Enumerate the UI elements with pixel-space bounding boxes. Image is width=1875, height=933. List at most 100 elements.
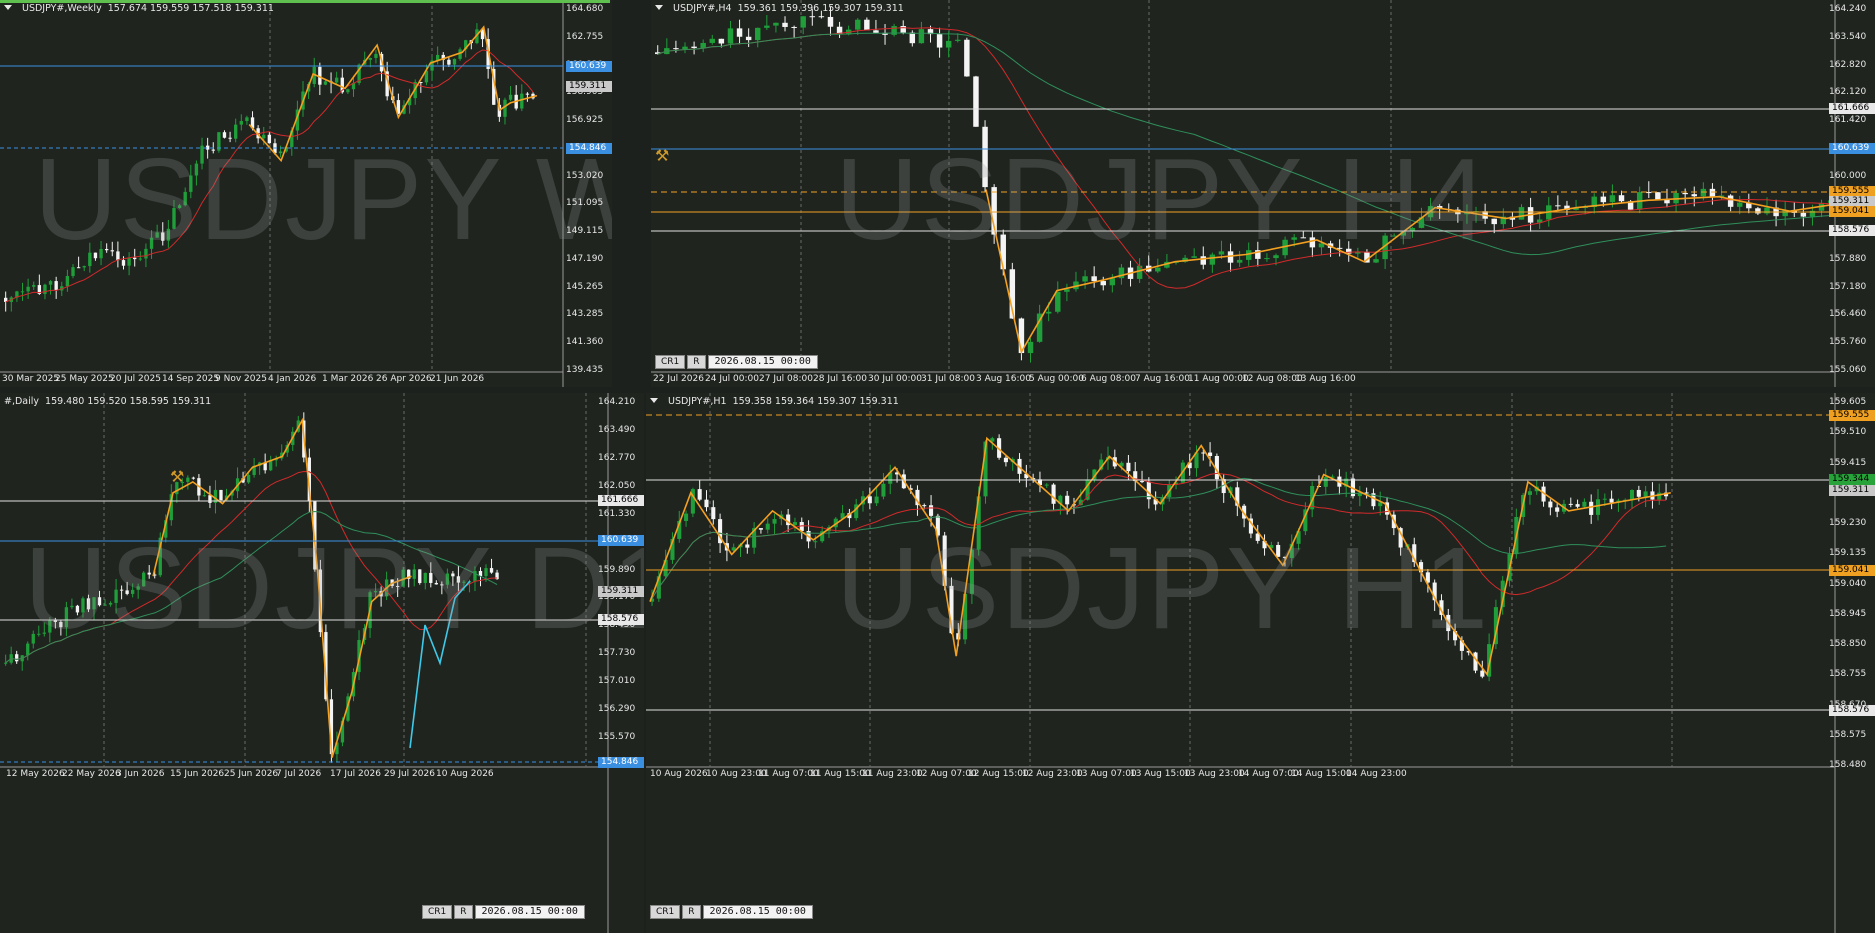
chart-pane-h1[interactable]: USDJPY#,H1 159.358 159.364 159.307 159.31…	[646, 393, 1875, 933]
candle-body	[909, 32, 916, 44]
chart-canvas-h1[interactable]	[646, 393, 1875, 933]
candle-body	[936, 34, 943, 48]
candle-body	[239, 121, 243, 125]
collapse-triangle-icon[interactable]	[4, 5, 12, 10]
candle-body	[1618, 195, 1625, 202]
candle-body	[374, 53, 378, 58]
time-tick-label: 5 Aug 00:00	[1029, 374, 1084, 384]
chart-pane-weekly[interactable]: USDJPY#,Weekly 157.674 159.559 157.518 15…	[0, 0, 612, 387]
candle-body	[758, 528, 763, 530]
price-tag: 159.311	[598, 586, 644, 597]
chart-canvas-daily[interactable]	[0, 393, 644, 933]
candle-body	[673, 48, 679, 50]
candle-body	[1575, 504, 1580, 507]
candle-body	[818, 16, 825, 18]
chart-navigator: CR1 R 2026.08.15 00:00	[650, 905, 813, 919]
time-tick-label: 9 Nov 2025	[215, 374, 267, 384]
candle-body	[922, 505, 927, 507]
candle-body	[709, 38, 716, 43]
candle-body	[1378, 502, 1383, 507]
time-tick-label: 10 Aug 2026	[436, 769, 494, 779]
chart-pane-daily[interactable]: #,Daily 159.480 159.520 158.595 159.311 U…	[0, 393, 644, 933]
time-tick-label: 12 May 2026	[6, 769, 65, 779]
symbol-label: #,Daily	[4, 396, 40, 407]
time-tick-label: 7 Jul 2026	[276, 769, 322, 779]
time-tick-label: 30 Mar 2025	[2, 374, 60, 384]
r-button[interactable]: R	[454, 905, 473, 919]
candle-body	[765, 523, 770, 530]
price-tick-label: 141.360	[566, 337, 604, 348]
symbol-label: USDJPY#,H4	[673, 3, 732, 14]
candle-body	[873, 30, 879, 33]
candle-body	[323, 81, 328, 85]
candle-body	[1527, 491, 1532, 495]
candle-body	[82, 266, 86, 268]
candle-body	[447, 59, 451, 65]
candle-body	[727, 28, 734, 44]
r-button[interactable]: R	[682, 905, 701, 919]
price-tick-label: 164.680	[566, 4, 604, 14]
candle-body	[874, 496, 879, 504]
r-button[interactable]: R	[687, 355, 706, 369]
hammer-icon[interactable]: ⚒	[170, 467, 184, 486]
candle-body	[1364, 492, 1369, 494]
date-field[interactable]: 2026.08.15 00:00	[702, 905, 813, 919]
candle-body	[1643, 491, 1648, 497]
date-field[interactable]: 2026.08.15 00:00	[707, 355, 818, 369]
candle-body	[1609, 195, 1616, 203]
candle-body	[1655, 192, 1661, 200]
candle-body	[700, 42, 706, 49]
candle-body	[1636, 489, 1641, 497]
candle-body	[929, 505, 934, 516]
chart-pane-h4[interactable]: USDJPY#,H4 159.361 159.396 159.307 159.31…	[651, 0, 1875, 387]
candle-body	[48, 281, 53, 285]
price-tick-label: 162.755	[566, 31, 604, 42]
candle-body	[208, 495, 212, 503]
price-tick-label: 162.120	[1829, 87, 1867, 98]
candle-body	[1600, 196, 1607, 203]
chart-navigator: CR1 R 2026.08.15 00:00	[655, 355, 818, 369]
time-tick-label: 22 May 2026	[62, 769, 121, 779]
candle-body	[684, 513, 689, 521]
collapse-triangle-icon[interactable]	[650, 398, 658, 403]
candle-body	[718, 38, 725, 44]
candle-body	[1727, 195, 1734, 207]
time-tick-label: 12 Aug 15:00	[968, 769, 1029, 779]
watermark: USDJPY W1	[34, 134, 612, 264]
date-field[interactable]: 2026.08.15 00:00	[474, 905, 585, 919]
time-tick-label: 11 Aug 00:00	[1188, 374, 1249, 384]
price-tick-label: 158.575	[1829, 729, 1867, 740]
candle-body	[736, 28, 743, 37]
cr-button[interactable]: CR1	[650, 905, 681, 919]
price-tick-label: 164.210	[598, 397, 636, 407]
candle-body	[525, 93, 530, 95]
cr-button[interactable]: CR1	[655, 355, 686, 369]
ohlc-values: 159.480 159.520 158.595 159.311	[45, 396, 212, 407]
cr-button[interactable]: CR1	[422, 905, 453, 919]
price-tag: 158.576	[1829, 705, 1875, 716]
hammer-icon[interactable]: ⚒	[655, 146, 669, 165]
price-tag: 161.666	[1829, 103, 1875, 114]
candle-body	[1555, 205, 1561, 207]
candle-body	[508, 94, 513, 100]
price-tag: 160.639	[1829, 143, 1875, 154]
candle-body	[65, 276, 70, 287]
time-tick-label: 14 Aug 23:00	[1346, 769, 1407, 779]
price-tick-label: 159.040	[1829, 578, 1867, 589]
price-tick-label: 159.510	[1829, 427, 1867, 438]
price-tick-label: 161.330	[598, 508, 636, 519]
watermark: USDJPY D1	[24, 523, 644, 653]
candle-body	[973, 76, 979, 127]
price-tick-label: 155.060	[1829, 365, 1867, 375]
collapse-triangle-icon[interactable]	[655, 5, 663, 10]
candle-body	[745, 544, 750, 548]
price-tag: 159.311	[566, 81, 612, 92]
price-tick-label: 161.420	[1829, 115, 1867, 126]
candle-body	[15, 654, 19, 662]
candle-body	[792, 522, 797, 526]
ohlc-values: 159.361 159.396 159.307 159.311	[737, 3, 904, 14]
candle-body	[1003, 457, 1008, 463]
time-tick-label: 20 Jul 2025	[110, 374, 161, 384]
time-tick-label: 13 Aug 23:00	[1184, 769, 1245, 779]
time-tick-label: 12 Aug 23:00	[1022, 769, 1083, 779]
